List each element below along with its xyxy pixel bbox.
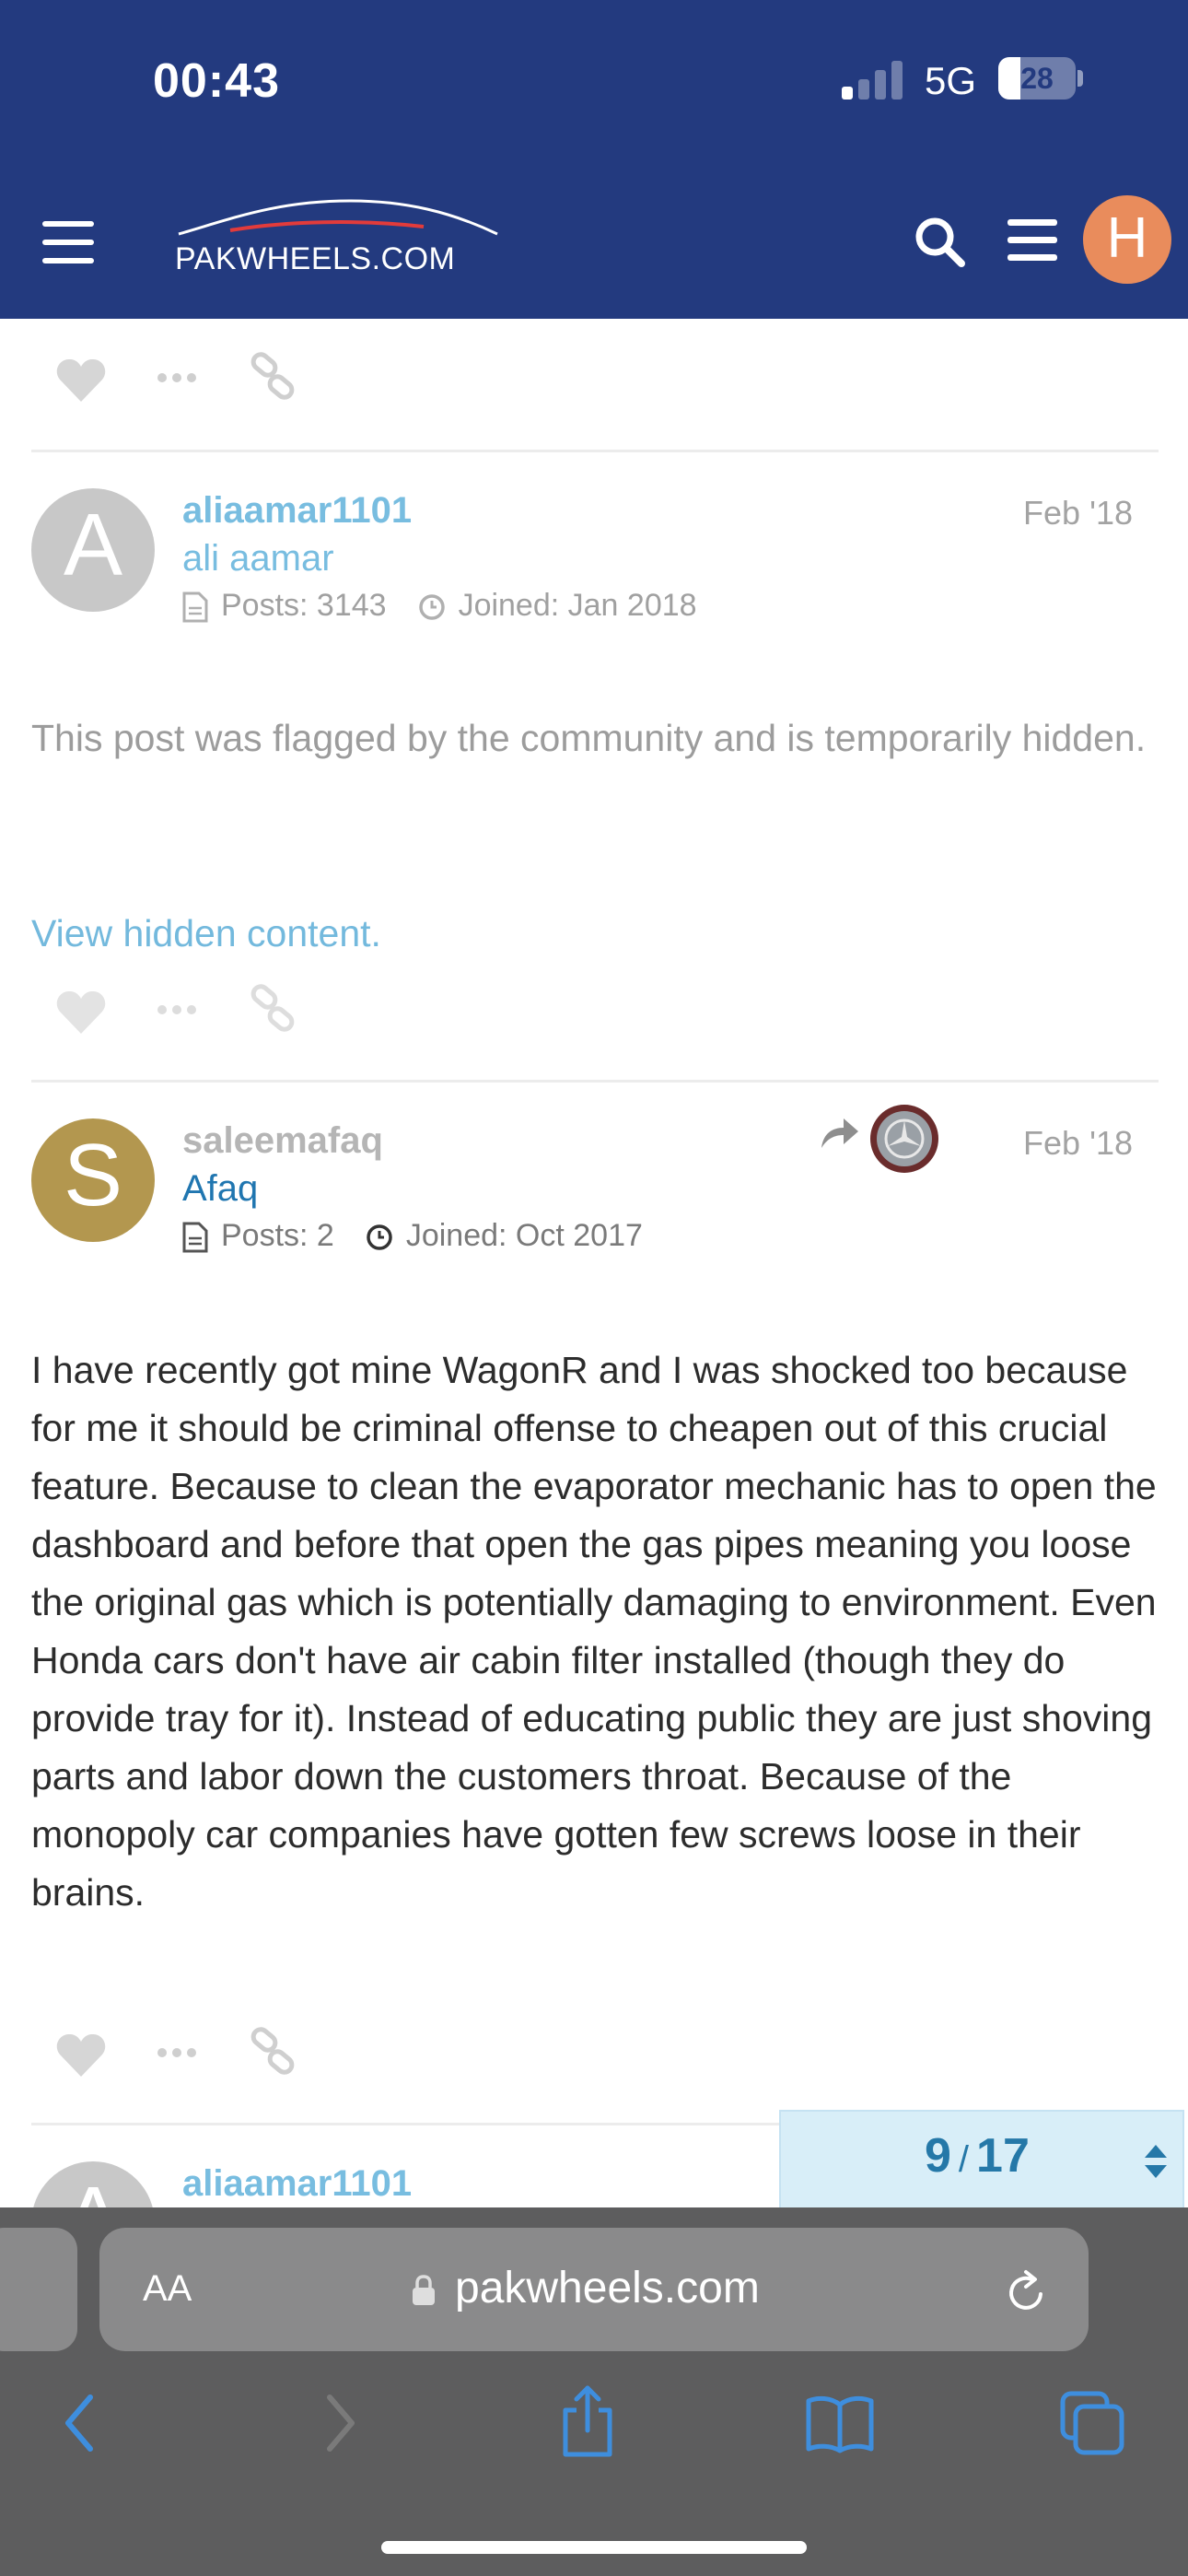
hamburger-menu-icon[interactable] — [42, 221, 94, 263]
topic-progress[interactable]: 9/17 — [779, 2110, 1184, 2207]
progress-current: 9 — [925, 2129, 951, 2183]
clock-icon — [367, 1224, 392, 1250]
post-meta: Posts: 2 Joined: Oct 2017 — [182, 1218, 643, 1254]
document-icon — [182, 1222, 208, 1253]
signal-icon — [842, 59, 906, 100]
reply-to-avatar[interactable] — [869, 1104, 939, 1174]
tabs-icon[interactable] — [1059, 2390, 1125, 2456]
bookmarks-icon[interactable] — [805, 2394, 875, 2454]
user-avatar[interactable]: H — [1083, 195, 1171, 284]
url-domain[interactable]: pakwheels.com — [455, 2263, 760, 2313]
like-heart-icon[interactable] — [55, 989, 107, 1036]
post-username[interactable]: aliaamar1101 — [182, 490, 412, 532]
clock-icon — [418, 594, 445, 620]
like-heart-icon[interactable] — [55, 2032, 107, 2078]
reload-icon[interactable] — [1004, 2266, 1050, 2316]
battery-icon: 28 — [998, 57, 1076, 100]
post-count: Posts: 3143 — [221, 588, 387, 623]
share-link-icon[interactable] — [249, 2027, 297, 2077]
more-options-icon[interactable] — [157, 372, 197, 383]
progress-separator: / — [958, 2139, 970, 2180]
post-actions — [55, 984, 332, 1039]
list-menu-icon[interactable] — [1007, 219, 1057, 262]
lock-icon — [413, 2275, 435, 2305]
back-icon[interactable] — [61, 2392, 98, 2454]
join-date: Joined: Jan 2018 — [458, 588, 697, 623]
more-options-icon[interactable] — [157, 2047, 197, 2058]
logo-text: PAKWHEELS.COM — [175, 241, 456, 276]
post-fullname: ali aamar — [182, 538, 334, 579]
status-time: 00:43 — [153, 54, 280, 108]
network-label: 5G — [925, 59, 977, 102]
post-date[interactable]: Feb '18 — [1023, 494, 1133, 533]
post-meta: Posts: 3143 Joined: Jan 2018 — [182, 588, 697, 624]
progress-total: 17 — [976, 2129, 1030, 2183]
text-size-button[interactable]: AA — [143, 2268, 192, 2310]
expand-progress-icon[interactable] — [1142, 2143, 1170, 2180]
post-fullname: Afaq — [182, 1168, 259, 1209]
previous-tab[interactable] — [0, 2228, 77, 2351]
post-actions — [55, 2027, 332, 2082]
document-icon — [182, 591, 208, 623]
like-heart-icon[interactable] — [55, 357, 107, 404]
screen: 00:43 5G 28 PAKWHEELS.COM H A aliaamar11… — [0, 0, 1188, 2576]
share-link-icon[interactable] — [249, 984, 297, 1034]
more-options-icon[interactable] — [157, 1004, 197, 1015]
reply-arrow-icon[interactable] — [818, 1115, 860, 1152]
join-date: Joined: Oct 2017 — [405, 1218, 643, 1253]
status-bar: 00:43 5G 28 — [0, 0, 1188, 166]
home-indicator[interactable] — [381, 2541, 807, 2554]
post-body: I have recently got mine WagonR and I wa… — [31, 1349, 1157, 1914]
post-divider — [31, 450, 1159, 452]
post-avatar[interactable]: A — [31, 488, 155, 612]
progress-counter: 9/17 — [925, 2128, 1030, 2184]
post-divider — [31, 1080, 1159, 1083]
post-actions — [55, 352, 332, 407]
view-hidden-link[interactable]: View hidden content. — [31, 905, 381, 963]
post-username[interactable]: aliaamar1101 — [182, 2163, 412, 2205]
battery-level: 28 — [1020, 62, 1054, 95]
share-icon[interactable] — [558, 2384, 617, 2458]
post-avatar[interactable]: S — [31, 1118, 155, 1242]
post-username[interactable]: saleemafaq — [182, 1120, 383, 1162]
post-body: This post was flagged by the community a… — [31, 717, 1147, 759]
post-date[interactable]: Feb '18 — [1023, 1124, 1133, 1163]
pakwheels-logo[interactable]: PAKWHEELS.COM — [175, 193, 507, 286]
share-link-icon[interactable] — [249, 352, 297, 402]
post-count: Posts: 2 — [221, 1218, 334, 1253]
forward-icon[interactable] — [322, 2392, 359, 2454]
search-icon[interactable] — [912, 214, 967, 269]
